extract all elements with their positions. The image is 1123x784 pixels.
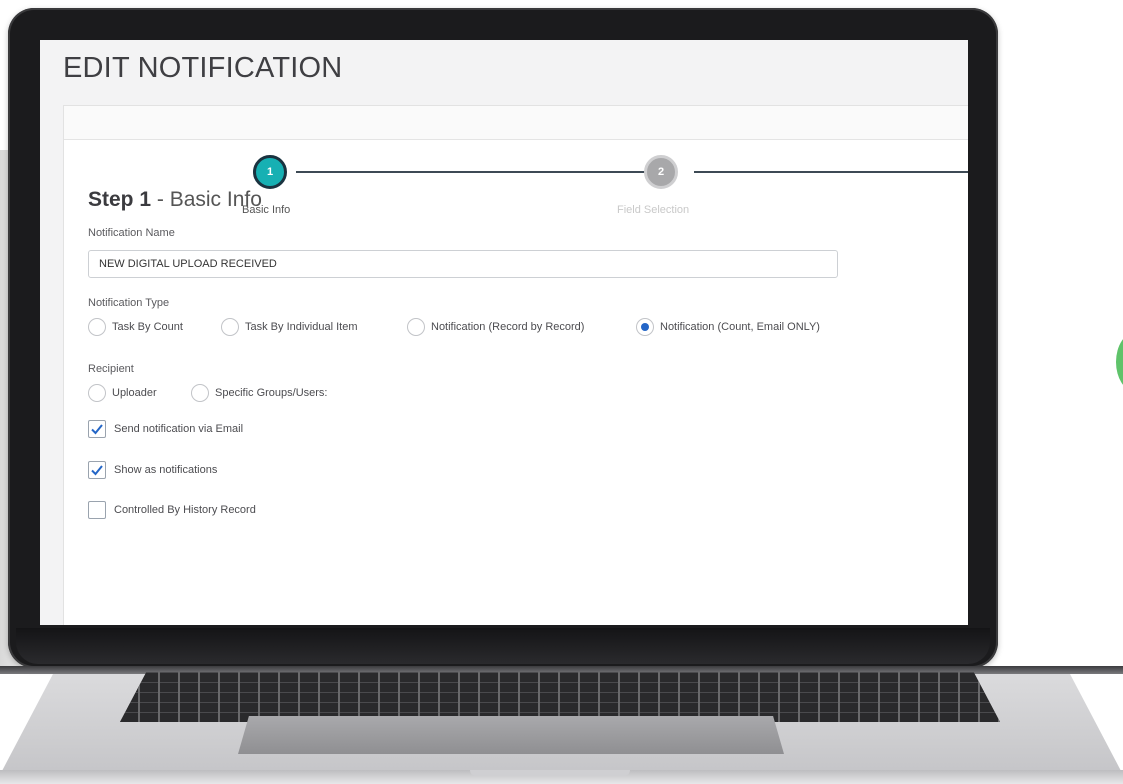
notification-type-radio-group: Task By Count Task By Individual Item No…	[88, 315, 948, 339]
radio-circle[interactable]	[88, 384, 106, 402]
checkbox-label: Send notification via Email	[114, 423, 244, 435]
radio-specific-groups-users[interactable]: Specific Groups/Users:	[191, 381, 327, 405]
decorative-green-shape	[1116, 332, 1123, 392]
laptop-keyboard	[120, 672, 1000, 722]
notification-name-value: NEW DIGITAL UPLOAD RECEIVED	[99, 258, 277, 270]
recipient-radio-group: Uploader Specific Groups/Users:	[88, 381, 488, 405]
checkbox-controlled-by-history[interactable]: Controlled By History Record	[88, 499, 256, 521]
radio-circle[interactable]	[407, 318, 425, 336]
checkbox-send-email[interactable]: Send notification via Email	[88, 418, 243, 440]
checkbox-show-notifications[interactable]: Show as notifications	[88, 459, 217, 481]
checkmark-icon	[91, 465, 103, 476]
form-area: Step 1 - Basic Info Notification Name NE…	[63, 40, 968, 625]
radio-label: Notification (Record by Record)	[431, 321, 585, 333]
checkmark-icon	[91, 424, 103, 435]
radio-task-by-individual-item[interactable]: Task By Individual Item	[221, 315, 358, 339]
heading-separator: -	[151, 188, 170, 211]
checkbox-unchecked[interactable]	[88, 501, 106, 519]
checkbox-label: Show as notifications	[114, 464, 218, 476]
radio-circle[interactable]	[191, 384, 209, 402]
radio-label: Uploader	[112, 387, 157, 399]
laptop-trackpad	[238, 716, 784, 754]
radio-selected-dot	[641, 323, 649, 331]
checkbox-checked[interactable]	[88, 420, 106, 438]
radio-label: Task By Count	[112, 321, 183, 333]
laptop-bezel-bottom	[16, 628, 990, 664]
radio-uploader[interactable]: Uploader	[88, 381, 157, 405]
recipient-label: Recipient	[88, 363, 134, 375]
radio-label: Notification (Count, Email ONLY)	[660, 321, 820, 333]
checkbox-checked[interactable]	[88, 461, 106, 479]
section-title: Basic Info	[169, 188, 262, 211]
radio-label: Specific Groups/Users:	[215, 387, 328, 399]
radio-circle[interactable]	[88, 318, 106, 336]
radio-notification-count-email-only[interactable]: Notification (Count, Email ONLY)	[636, 315, 820, 339]
radio-label: Task By Individual Item	[245, 321, 358, 333]
radio-notification-record-by-record[interactable]: Notification (Record by Record)	[407, 315, 584, 339]
radio-circle[interactable]	[221, 318, 239, 336]
laptop-front-notch	[470, 770, 630, 776]
section-heading: Step 1 - Basic Info	[88, 188, 262, 212]
notification-type-label: Notification Type	[88, 297, 170, 309]
notification-name-input[interactable]: NEW DIGITAL UPLOAD RECEIVED	[88, 250, 838, 278]
notification-name-label: Notification Name	[88, 227, 175, 239]
checkbox-label: Controlled By History Record	[114, 504, 256, 516]
radio-task-by-count[interactable]: Task By Count	[88, 315, 183, 339]
step-number-label: Step 1	[88, 188, 152, 211]
laptop-screen: EDIT NOTIFICATION 1 Basic Info 2 Field S…	[40, 40, 968, 625]
radio-circle-selected[interactable]	[636, 318, 654, 336]
